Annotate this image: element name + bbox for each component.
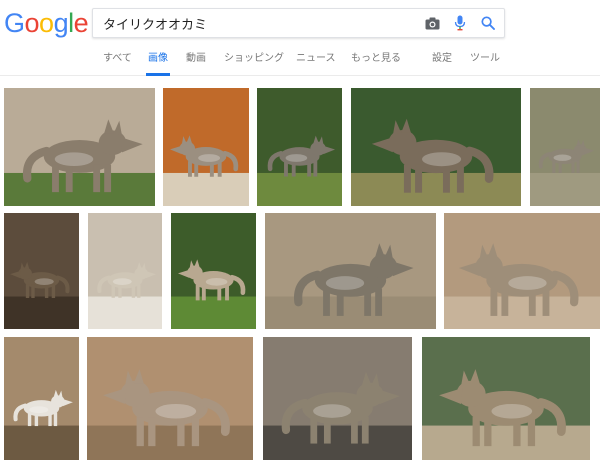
image-result[interactable]: [263, 337, 412, 460]
tab-videos[interactable]: 動画: [186, 52, 206, 76]
logo-letter: e: [73, 8, 89, 38]
image-result[interactable]: [351, 88, 521, 206]
wolf-photo: [422, 337, 590, 460]
wolf-photo: [530, 88, 600, 206]
search-tabs: すべて 画像 動画 ショッピング ニュース もっと見る 設定 ツール: [0, 52, 600, 76]
wolf-photo: [171, 213, 256, 329]
tab-all[interactable]: すべて: [103, 52, 132, 76]
wolf-photo: [265, 213, 436, 329]
image-result[interactable]: [530, 88, 600, 206]
image-result[interactable]: [4, 88, 155, 206]
tab-news[interactable]: ニュース: [296, 52, 336, 76]
tab-tools[interactable]: ツール: [470, 52, 500, 76]
logo-letter: o: [24, 8, 40, 38]
image-result[interactable]: [163, 88, 249, 206]
image-result[interactable]: [444, 213, 600, 329]
image-result[interactable]: [4, 213, 79, 329]
logo-letter: G: [4, 8, 25, 38]
image-result[interactable]: [422, 337, 590, 460]
wolf-photo: [4, 88, 155, 206]
wolf-photo: [87, 337, 253, 460]
tab-more[interactable]: もっと見る: [351, 52, 401, 76]
image-result[interactable]: [88, 213, 162, 329]
image-results-grid: [0, 76, 600, 460]
image-result[interactable]: [257, 88, 342, 206]
wolf-photo: [263, 337, 412, 460]
wolf-photo: [4, 213, 79, 329]
tab-images[interactable]: 画像: [146, 52, 170, 76]
search-input[interactable]: [103, 9, 403, 37]
wolf-photo: [4, 337, 79, 460]
camera-icon[interactable]: [424, 15, 440, 31]
image-result[interactable]: [87, 337, 253, 460]
google-logo[interactable]: Google: [4, 8, 89, 38]
wolf-photo: [444, 213, 600, 329]
wolf-photo: [257, 88, 342, 206]
tab-shopping[interactable]: ショッピング: [224, 52, 284, 76]
logo-letter: g: [53, 8, 69, 38]
logo-letter: o: [39, 8, 54, 38]
image-result[interactable]: [265, 213, 436, 329]
search-box: [92, 8, 505, 38]
tab-settings[interactable]: 設定: [432, 52, 452, 76]
search-icons: [424, 9, 496, 37]
wolf-photo: [88, 213, 162, 329]
wolf-photo: [163, 88, 249, 206]
header: Google すべて 画像 動画 ショッピング ニュース もっと見る 設定 ツー…: [0, 0, 600, 76]
microphone-icon[interactable]: [452, 15, 468, 31]
image-result[interactable]: [171, 213, 256, 329]
search-icon[interactable]: [480, 15, 496, 31]
image-result[interactable]: [4, 337, 79, 460]
wolf-photo: [351, 88, 521, 206]
